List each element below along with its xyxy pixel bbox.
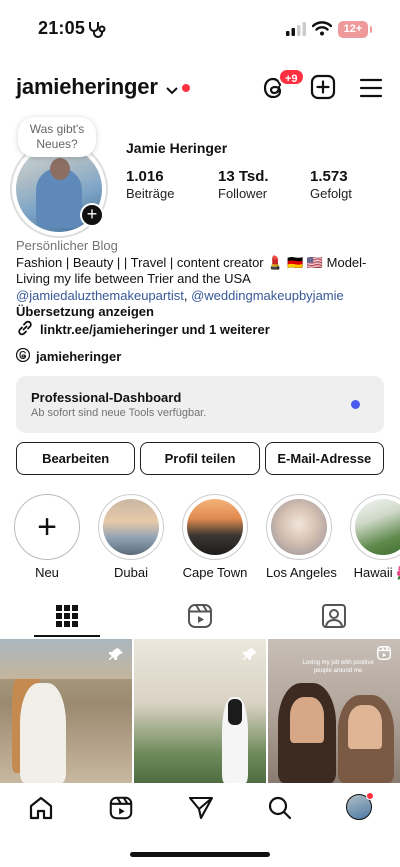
stat-value: 1.573 xyxy=(310,168,348,185)
active-tab-indicator xyxy=(34,635,100,637)
tagged-icon[interactable] xyxy=(320,602,348,630)
search-icon[interactable] xyxy=(267,795,293,821)
highlight-cover xyxy=(187,499,243,555)
wifi-icon xyxy=(311,21,333,41)
signal-icon xyxy=(286,22,306,41)
stat-posts[interactable]: 1.016 Beiträge xyxy=(126,168,174,202)
post-grid: Loving my job with positive people aroun… xyxy=(0,639,400,783)
stat-label: Beiträge xyxy=(126,186,175,201)
highlight-cover xyxy=(355,499,400,555)
battery-indicator: 12+ xyxy=(338,21,372,38)
highlight-item[interactable]: Dubai xyxy=(98,494,164,580)
health-icon xyxy=(86,20,108,43)
grid-post[interactable]: Loving my job with positive people aroun… xyxy=(268,639,400,783)
home-indicator xyxy=(130,852,270,857)
reels-icon xyxy=(376,645,392,666)
notification-dot xyxy=(366,792,374,800)
status-bar: 21:05 12+ xyxy=(0,0,400,58)
add-story-icon[interactable]: + xyxy=(80,203,104,227)
threads-profile-link[interactable]: jamieheringer xyxy=(15,347,122,365)
grid-icon[interactable] xyxy=(53,602,81,630)
dashboard-subtitle: Ab sofort sind neue Tools verfügbar. xyxy=(31,407,207,419)
pin-icon xyxy=(108,647,124,668)
highlight-label: Neu xyxy=(35,565,59,580)
link-text: linktr.ee/jamieheringer und 1 weiterer xyxy=(40,322,270,337)
story-highlights: + Neu Dubai Cape Town Los Angeles Hawaii… xyxy=(14,494,400,580)
post-caption: Loving my job with positive people aroun… xyxy=(302,660,374,674)
notification-dot xyxy=(182,84,190,92)
link-icon xyxy=(16,319,34,340)
threads-handle: jamieheringer xyxy=(36,349,122,364)
stat-value: 13 Tsd. xyxy=(218,168,269,185)
profile-header: jamieheringer +9 xyxy=(0,68,400,108)
mention-link[interactable]: @jamiedaluzthemakeupartist xyxy=(16,288,184,303)
highlight-item[interactable]: Hawaii 🌺 xyxy=(350,494,400,581)
stat-label: Follower xyxy=(218,186,268,201)
edit-profile-button[interactable]: Bearbeiten xyxy=(16,442,136,475)
bio-line: Fashion | Beauty | | Travel | content cr… xyxy=(16,254,367,270)
stat-label: Gefolgt xyxy=(310,186,352,201)
bio-line: Living my life between Trier and the USA xyxy=(16,271,251,286)
chevron-down-icon[interactable] xyxy=(166,82,178,100)
menu-icon[interactable] xyxy=(359,76,383,100)
highlight-cover xyxy=(103,499,159,555)
reels-icon[interactable] xyxy=(108,795,134,821)
grid-post[interactable] xyxy=(134,639,266,783)
send-icon[interactable] xyxy=(188,795,214,821)
threads-icon xyxy=(15,347,31,365)
stat-following[interactable]: 1.573 Gefolgt xyxy=(310,168,352,202)
highlight-new[interactable]: + Neu xyxy=(14,494,80,580)
highlight-label: Cape Town xyxy=(182,565,248,580)
dashboard-new-dot xyxy=(351,400,360,409)
dashboard-title: Professional-Dashboard xyxy=(31,390,182,405)
stat-value: 1.016 xyxy=(126,168,164,185)
external-link[interactable]: linktr.ee/jamieheringer und 1 weiterer xyxy=(16,319,270,340)
email-button[interactable]: E-Mail-Adresse xyxy=(264,442,384,475)
reels-icon[interactable] xyxy=(186,602,214,630)
highlight-cover xyxy=(271,499,327,555)
share-profile-button[interactable]: Profil teilen xyxy=(140,442,260,475)
profile-category: Persönlicher Blog xyxy=(16,238,118,253)
bio: Persönlicher Blog Fashion | Beauty | | T… xyxy=(16,238,386,321)
profile-tabs xyxy=(0,598,400,638)
stat-followers[interactable]: 13 Tsd. Follower xyxy=(218,168,269,202)
note-bubble[interactable]: Was gibt's Neues? xyxy=(18,117,96,157)
mention-link[interactable]: @weddingmakeupbyjamie xyxy=(191,288,344,303)
status-time: 21:05 xyxy=(38,18,86,38)
bio-mentions: @jamiedaluzthemakeupartist, @weddingmake… xyxy=(16,288,386,305)
username-switcher[interactable]: jamieheringer xyxy=(16,74,158,100)
plus-icon: + xyxy=(14,494,80,560)
professional-dashboard[interactable]: Professional-Dashboard Ab sofort sind ne… xyxy=(16,376,384,433)
highlight-label: Hawaii 🌺 xyxy=(353,565,400,580)
profile-actions: Bearbeiten Profil teilen E-Mail-Adresse xyxy=(16,442,384,475)
grid-post[interactable] xyxy=(0,639,132,783)
bottom-nav xyxy=(0,783,400,833)
highlight-label: Dubai xyxy=(114,565,148,580)
highlight-label: Los Angeles xyxy=(266,565,337,580)
highlight-item[interactable]: Los Angeles xyxy=(266,494,337,580)
full-name: Jamie Heringer xyxy=(126,140,228,156)
home-icon[interactable] xyxy=(28,795,54,821)
add-icon[interactable] xyxy=(310,74,336,100)
mention-separator: , xyxy=(183,287,192,303)
threads-badge: +9 xyxy=(278,68,305,86)
highlight-item[interactable]: Cape Town xyxy=(182,494,248,580)
pin-icon xyxy=(242,647,258,668)
